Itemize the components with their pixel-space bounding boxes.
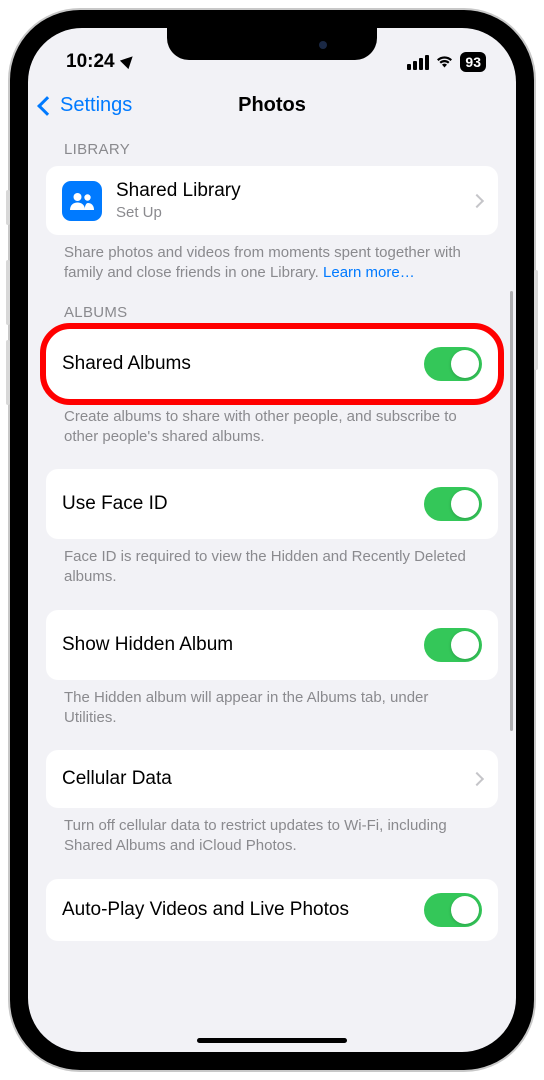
library-section-header: LIBRARY bbox=[46, 131, 498, 166]
shared-albums-title: Shared Albums bbox=[62, 353, 410, 375]
shared-library-title: Shared Library bbox=[116, 180, 458, 202]
screen: 10:24 93 Settings Photos LIBRAR bbox=[28, 28, 516, 1052]
status-time: 10:24 bbox=[66, 51, 115, 73]
shared-library-text: Shared Library Set Up bbox=[116, 180, 458, 221]
show-hidden-cell[interactable]: Show Hidden Album bbox=[46, 610, 498, 680]
silent-switch bbox=[6, 190, 10, 225]
power-button bbox=[534, 270, 538, 370]
nav-bar: Settings Photos bbox=[28, 84, 516, 131]
autoplay-title: Auto-Play Videos and Live Photos bbox=[62, 898, 410, 922]
use-face-id-toggle[interactable] bbox=[424, 487, 482, 521]
notch bbox=[167, 28, 377, 60]
battery-badge: 93 bbox=[460, 52, 486, 72]
library-footer: Share photos and videos from moments spe… bbox=[46, 235, 498, 284]
chevron-right-icon bbox=[470, 772, 484, 786]
show-hidden-toggle[interactable] bbox=[424, 628, 482, 662]
shared-library-subtitle: Set Up bbox=[116, 204, 458, 221]
show-hidden-footer: The Hidden album will appear in the Albu… bbox=[46, 680, 498, 729]
show-hidden-title: Show Hidden Album bbox=[62, 634, 410, 656]
albums-section-header: ALBUMS bbox=[46, 284, 498, 329]
iphone-frame: 10:24 93 Settings Photos LIBRAR bbox=[10, 10, 534, 1070]
scroll-indicator[interactable] bbox=[510, 291, 513, 731]
shared-albums-cell[interactable]: Shared Albums bbox=[46, 329, 498, 399]
highlight-ring: Shared Albums bbox=[46, 329, 498, 399]
chevron-left-icon bbox=[37, 96, 57, 116]
status-left: 10:24 bbox=[66, 51, 133, 73]
people-icon bbox=[69, 191, 95, 211]
content-scroll[interactable]: LIBRARY Shared Library Set Up Sh bbox=[28, 131, 516, 1052]
volume-down-button bbox=[6, 340, 10, 405]
autoplay-toggle[interactable] bbox=[424, 893, 482, 927]
page-title: Photos bbox=[238, 94, 306, 117]
back-label: Settings bbox=[60, 94, 132, 117]
shared-library-cell[interactable]: Shared Library Set Up bbox=[46, 166, 498, 235]
signal-icon bbox=[407, 55, 429, 70]
use-face-id-footer: Face ID is required to view the Hidden a… bbox=[46, 539, 498, 588]
use-face-id-title: Use Face ID bbox=[62, 493, 410, 515]
shared-library-icon bbox=[62, 181, 102, 221]
location-icon bbox=[120, 52, 137, 69]
volume-up-button bbox=[6, 260, 10, 325]
status-right: 93 bbox=[407, 52, 486, 73]
chevron-right-icon bbox=[470, 193, 484, 207]
use-face-id-cell[interactable]: Use Face ID bbox=[46, 469, 498, 539]
shared-albums-footer: Create albums to share with other people… bbox=[46, 399, 498, 448]
autoplay-cell[interactable]: Auto-Play Videos and Live Photos bbox=[46, 879, 498, 941]
home-indicator[interactable] bbox=[197, 1038, 347, 1043]
wifi-icon bbox=[435, 52, 454, 73]
shared-albums-toggle[interactable] bbox=[424, 347, 482, 381]
back-button[interactable]: Settings bbox=[40, 94, 132, 117]
cellular-data-footer: Turn off cellular data to restrict updat… bbox=[46, 808, 498, 857]
cellular-data-cell[interactable]: Cellular Data bbox=[46, 750, 498, 808]
cellular-data-title: Cellular Data bbox=[62, 768, 458, 790]
learn-more-link[interactable]: Learn more… bbox=[323, 264, 415, 281]
